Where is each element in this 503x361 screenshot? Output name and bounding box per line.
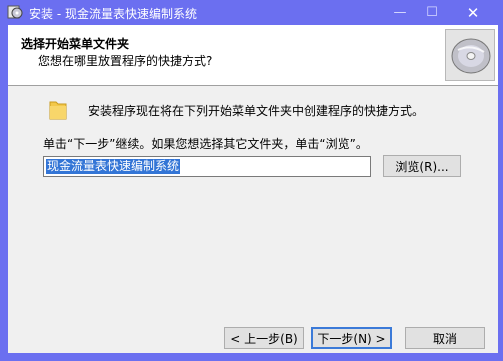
folder-icon [48,99,68,121]
dialog-client-area: 选择开始菜单文件夹 您想在哪里放置程序的快捷方式? 安装程序现在将在下列开始菜单… [8,25,498,353]
wizard-header: 选择开始菜单文件夹 您想在哪里放置程序的快捷方式? [8,25,498,86]
intro-text: 安装程序现在将在下列开始菜单文件夹中创建程序的快捷方式。 [88,104,425,118]
page-title: 选择开始菜单文件夹 [21,37,130,51]
installer-window: 安装 - 现金流量表快速编制系统 — ☐ ✕ 选择开始菜单文件夹 您想在哪里放置… [0,0,503,361]
page-subtitle: 您想在哪里放置程序的快捷方式? [38,54,213,68]
window-title: 安装 - 现金流量表快速编制系统 [29,7,197,21]
hint-text: 单击“下一步”继续。如果您想选择其它文件夹，单击“浏览”。 [43,137,368,151]
setup-app-icon [7,4,23,20]
next-button[interactable]: 下一步(N) > [311,327,392,349]
minimize-button[interactable]: — [382,0,418,25]
folder-input-value: 现金流量表快速编制系统 [46,159,181,174]
cd-disc-icon [445,29,495,81]
browse-button[interactable]: 浏览(R)... [383,155,461,177]
close-button[interactable]: ✕ [455,0,491,25]
title-bar[interactable]: 安装 - 现金流量表快速编制系统 — ☐ ✕ [0,0,503,25]
back-button[interactable]: < 上一步(B) [224,327,304,349]
cancel-button[interactable]: 取消 [405,327,485,349]
maximize-button[interactable]: ☐ [414,0,450,25]
start-menu-folder-input[interactable]: 现金流量表快速编制系统 [43,156,371,177]
